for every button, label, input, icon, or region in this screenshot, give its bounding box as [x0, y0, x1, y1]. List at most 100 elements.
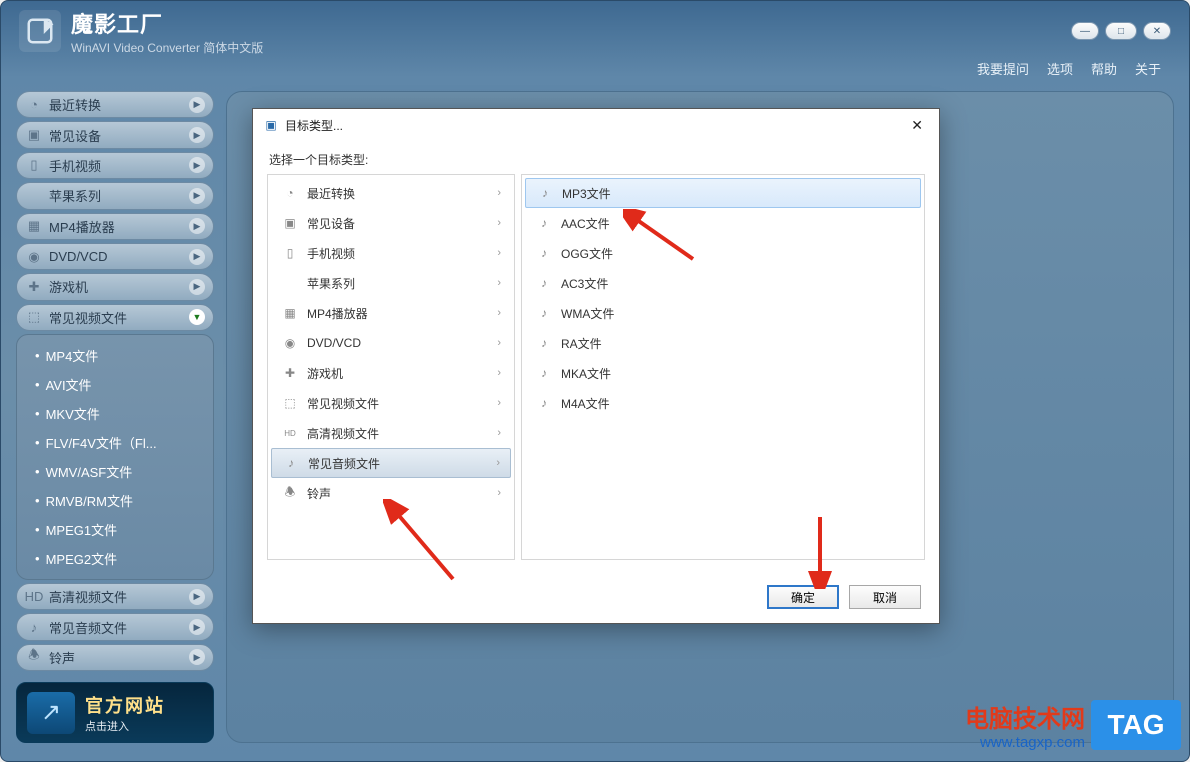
- clock-icon: ◔: [25, 96, 43, 114]
- dialog-category-list: ◔最近转换› ▣常见设备› ▯手机视频› 苹果系列› ▦MP4播放器› ◉DVD…: [267, 174, 515, 560]
- app-logo-icon: [19, 10, 61, 52]
- sidebar-sub-mp4[interactable]: MP4文件: [17, 341, 213, 370]
- chevron-right-icon: ▶: [189, 249, 205, 265]
- banner-title: 官方网站: [85, 692, 165, 718]
- sidebar-item-recent[interactable]: ◔最近转换▶: [16, 91, 214, 118]
- chevron-right-icon: ▶: [189, 157, 205, 173]
- apple-icon: [25, 187, 43, 205]
- dialog-prompt: 选择一个目标类型:: [253, 141, 939, 174]
- chevron-right-icon: ›: [497, 277, 501, 289]
- music-icon: ♪: [282, 454, 300, 472]
- mp4-icon: ▦: [281, 304, 299, 322]
- chevron-right-icon: ▶: [189, 97, 205, 113]
- maximize-button[interactable]: □: [1105, 22, 1137, 40]
- sidebar-item-common-video[interactable]: ⬚常见视频文件▼: [16, 304, 214, 331]
- sidebar-item-apple[interactable]: 苹果系列▶: [16, 182, 214, 209]
- disc-icon: ◉: [281, 334, 299, 352]
- music-icon: ♪: [25, 618, 43, 636]
- sidebar-sub-flv[interactable]: FLV/F4V文件（Fl...: [17, 428, 213, 457]
- cancel-button[interactable]: 取消: [849, 585, 921, 609]
- category-dvd[interactable]: ◉DVD/VCD›: [271, 328, 511, 358]
- chevron-right-icon: ›: [497, 367, 501, 379]
- chevron-right-icon: ›: [497, 247, 501, 259]
- chevron-right-icon: ▶: [189, 218, 205, 234]
- app-title: 魔影工厂: [71, 7, 1071, 39]
- chevron-down-icon: ▼: [189, 309, 205, 325]
- device-icon: ▣: [281, 214, 299, 232]
- format-mka[interactable]: ♪MKA文件: [525, 358, 921, 388]
- mp4-icon: ▦: [25, 217, 43, 235]
- bell-icon: 🕭: [281, 484, 299, 502]
- category-hd-video[interactable]: HD高清视频文件›: [271, 418, 511, 448]
- category-devices[interactable]: ▣常见设备›: [271, 208, 511, 238]
- sidebar-item-game[interactable]: ✚游戏机▶: [16, 273, 214, 300]
- category-apple[interactable]: 苹果系列›: [271, 268, 511, 298]
- dialog-icon: ▣: [263, 117, 279, 133]
- category-recent[interactable]: ◔最近转换›: [271, 178, 511, 208]
- film-icon: ⬚: [25, 308, 43, 326]
- format-aac[interactable]: ♪AAC文件: [525, 208, 921, 238]
- hd-icon: HD: [25, 588, 43, 606]
- music-icon: ♪: [535, 304, 553, 322]
- chevron-right-icon: ▶: [189, 649, 205, 665]
- phone-icon: ▯: [281, 244, 299, 262]
- sidebar-item-mp4[interactable]: ▦MP4播放器▶: [16, 213, 214, 240]
- sidebar-item-mobile[interactable]: ▯手机视频▶: [16, 152, 214, 179]
- sidebar-sub-wmv[interactable]: WMV/ASF文件: [17, 457, 213, 486]
- chevron-right-icon: ▶: [189, 279, 205, 295]
- format-ogg[interactable]: ♪OGG文件: [525, 238, 921, 268]
- official-site-banner[interactable]: ↗ 官方网站 点击进入: [16, 682, 214, 743]
- sidebar-sub-mkv[interactable]: MKV文件: [17, 399, 213, 428]
- apple-icon: [281, 274, 299, 292]
- menu-about[interactable]: 关于: [1135, 59, 1161, 78]
- sidebar-item-audio[interactable]: ♪常见音频文件▶: [16, 613, 214, 640]
- chevron-right-icon: ▶: [189, 188, 205, 204]
- category-game[interactable]: ✚游戏机›: [271, 358, 511, 388]
- category-common-video[interactable]: ⬚常见视频文件›: [271, 388, 511, 418]
- menu-help[interactable]: 帮助: [1091, 59, 1117, 78]
- sidebar-sub-rmvb[interactable]: RMVB/RM文件: [17, 486, 213, 515]
- ok-button[interactable]: 确定: [767, 585, 839, 609]
- close-button[interactable]: ✕: [1143, 22, 1171, 40]
- sidebar-item-devices[interactable]: ▣常见设备▶: [16, 121, 214, 148]
- sidebar-sub-mpeg2[interactable]: MPEG2文件: [17, 544, 213, 573]
- main-pane: ▣ 目标类型... ✕ 选择一个目标类型: ◔最近转换› ▣常见设备› ▯手机视…: [226, 91, 1174, 743]
- sidebar-item-hd[interactable]: HD高清视频文件▶: [16, 583, 214, 610]
- dialog-title: 目标类型...: [285, 117, 343, 134]
- menu-options[interactable]: 选项: [1047, 59, 1073, 78]
- target-type-dialog: ▣ 目标类型... ✕ 选择一个目标类型: ◔最近转换› ▣常见设备› ▯手机视…: [252, 108, 940, 624]
- chevron-right-icon: ▶: [189, 589, 205, 605]
- game-icon: ✚: [25, 278, 43, 296]
- watermark-tag: TAG: [1091, 700, 1181, 750]
- watermark-url: www.tagxp.com: [965, 734, 1085, 751]
- chevron-right-icon: ›: [497, 397, 501, 409]
- dialog-close-button[interactable]: ✕: [905, 115, 929, 136]
- menu-ask[interactable]: 我要提问: [977, 59, 1029, 78]
- sidebar-sub-mpeg1[interactable]: MPEG1文件: [17, 515, 213, 544]
- category-mobile[interactable]: ▯手机视频›: [271, 238, 511, 268]
- category-common-audio[interactable]: ♪常见音频文件›: [271, 448, 511, 478]
- music-icon: ♪: [535, 394, 553, 412]
- category-ringtone[interactable]: 🕭铃声›: [271, 478, 511, 508]
- format-ac3[interactable]: ♪AC3文件: [525, 268, 921, 298]
- chevron-right-icon: ▶: [189, 619, 205, 635]
- dialog-format-list: ♪MP3文件 ♪AAC文件 ♪OGG文件 ♪AC3文件 ♪WMA文件 ♪RA文件…: [521, 174, 925, 560]
- disc-icon: ◉: [25, 248, 43, 266]
- music-icon: ♪: [535, 214, 553, 232]
- format-m4a[interactable]: ♪M4A文件: [525, 388, 921, 418]
- chevron-right-icon: ›: [497, 217, 501, 229]
- category-mp4[interactable]: ▦MP4播放器›: [271, 298, 511, 328]
- format-wma[interactable]: ♪WMA文件: [525, 298, 921, 328]
- sidebar-item-dvd[interactable]: ◉DVD/VCD▶: [16, 243, 214, 270]
- chevron-right-icon: ›: [497, 187, 501, 199]
- watermark: 电脑技术网 www.tagxp.com TAG: [965, 699, 1181, 751]
- sidebar-item-ringtone[interactable]: 🕭铃声▶: [16, 644, 214, 671]
- music-icon: ♪: [535, 364, 553, 382]
- sidebar-sub-avi[interactable]: AVI文件: [17, 370, 213, 399]
- format-ra[interactable]: ♪RA文件: [525, 328, 921, 358]
- format-mp3[interactable]: ♪MP3文件: [525, 178, 921, 208]
- minimize-button[interactable]: —: [1071, 22, 1099, 40]
- device-icon: ▣: [25, 126, 43, 144]
- sidebar-sublist: MP4文件 AVI文件 MKV文件 FLV/F4V文件（Fl... WMV/AS…: [16, 334, 214, 580]
- app-window: 魔影工厂 WinAVI Video Converter 简体中文版 — □ ✕ …: [0, 0, 1190, 762]
